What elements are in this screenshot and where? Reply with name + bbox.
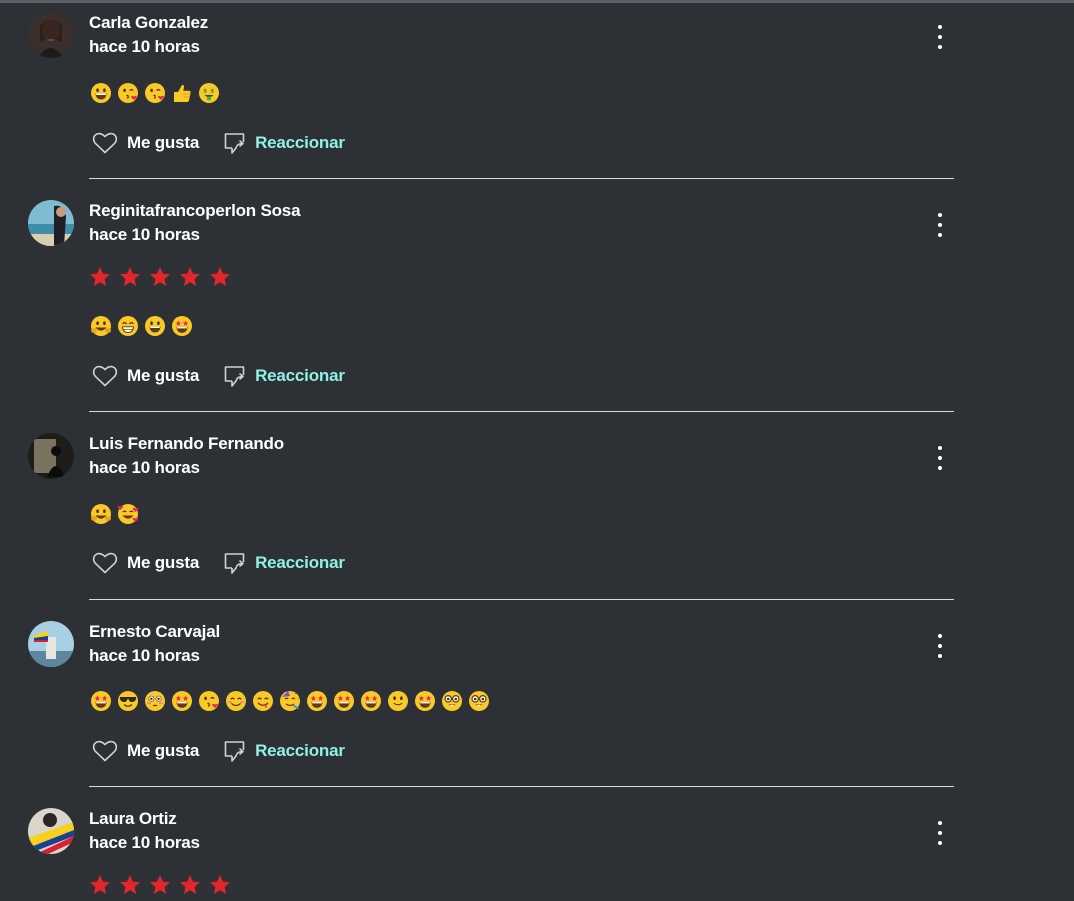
react-label: Reaccionar [255, 133, 345, 152]
emoji-reactions [90, 315, 193, 337]
author-name[interactable]: Laura Ortiz [89, 809, 177, 829]
avatar[interactable] [28, 621, 74, 667]
partying-face-emoji-icon [279, 690, 301, 712]
like-button[interactable]: Me gusta [92, 739, 199, 763]
timestamp: hace 10 horas [89, 646, 200, 665]
star-struck-emoji-icon [171, 690, 193, 712]
grinning-face-emoji-icon [90, 82, 112, 104]
react-reply-icon [224, 553, 245, 574]
react-label: Reaccionar [255, 741, 345, 760]
star-struck-emoji-icon [360, 690, 382, 712]
star-struck-emoji-icon [171, 315, 193, 337]
svg-text:$: $ [203, 88, 207, 94]
star-struck-emoji-icon [90, 690, 112, 712]
smiling-face-with-hearts-emoji-icon [117, 503, 139, 525]
star-icon [149, 266, 171, 288]
timestamp: hace 10 horas [89, 37, 200, 56]
face-savoring-food-emoji-icon [252, 690, 274, 712]
comment-actions: Me gusta Reaccionar [92, 738, 345, 764]
avatar[interactable] [28, 200, 74, 246]
smiling-face-with-sunglasses-emoji-icon [117, 690, 139, 712]
beaming-face-emoji-icon [117, 315, 139, 337]
more-options-icon[interactable] [926, 633, 954, 659]
star-icon [119, 874, 141, 896]
timestamp: hace 10 horas [89, 458, 200, 477]
author-name[interactable]: Carla Gonzalez [89, 13, 208, 33]
star-icon [179, 266, 201, 288]
author-name[interactable]: Reginitafrancoperlon Sosa [89, 201, 301, 221]
svg-text:$: $ [210, 88, 214, 94]
star-struck-emoji-icon [306, 690, 328, 712]
star-icon [119, 266, 141, 288]
face-blowing-kiss-emoji-icon [117, 82, 139, 104]
flushed-face-emoji-icon [144, 690, 166, 712]
avatar[interactable] [28, 12, 74, 58]
nerd-face-emoji-icon [468, 690, 490, 712]
comment-divider [89, 786, 954, 787]
react-button[interactable]: Reaccionar [223, 364, 345, 388]
nerd-face-emoji-icon [441, 690, 463, 712]
heart-icon [92, 740, 118, 762]
star-icon [89, 874, 111, 896]
comment-actions: Me gusta Reaccionar [92, 550, 345, 576]
avatar[interactable] [28, 433, 74, 479]
money-mouth-face-emoji-icon: $ $ [198, 82, 220, 104]
hugging-face-emoji-icon [90, 503, 112, 525]
comment-divider [89, 411, 954, 412]
comment-divider [89, 178, 954, 179]
star-icon [209, 266, 231, 288]
avatar[interactable] [28, 808, 74, 854]
slightly-smiling-face-emoji-icon [387, 690, 409, 712]
star-rating [89, 874, 231, 896]
face-blowing-kiss-emoji-icon [144, 82, 166, 104]
react-reply-icon [224, 133, 245, 154]
star-icon [179, 874, 201, 896]
heart-icon [92, 132, 118, 154]
star-icon [89, 266, 111, 288]
emoji-reactions [90, 690, 490, 712]
react-reply-icon [224, 741, 245, 762]
react-reply-icon [224, 366, 245, 387]
star-struck-emoji-icon [333, 690, 355, 712]
react-button[interactable]: Reaccionar [223, 739, 345, 763]
comment-actions: Me gusta Reaccionar [92, 363, 345, 389]
face-blowing-kiss-emoji-icon [198, 690, 220, 712]
timestamp: hace 10 horas [89, 225, 200, 244]
react-label: Reaccionar [255, 553, 345, 572]
author-name[interactable]: Luis Fernando Fernando [89, 434, 284, 454]
react-label: Reaccionar [255, 366, 345, 385]
star-icon [209, 874, 231, 896]
more-options-icon[interactable] [926, 212, 954, 238]
more-options-icon[interactable] [926, 24, 954, 50]
like-label: Me gusta [127, 366, 200, 385]
react-button[interactable]: Reaccionar [223, 551, 345, 575]
timestamp: hace 10 horas [89, 833, 200, 852]
like-label: Me gusta [127, 553, 200, 572]
comment-divider [89, 599, 954, 600]
react-button[interactable]: Reaccionar [223, 131, 345, 155]
like-button[interactable]: Me gusta [92, 551, 199, 575]
hugging-face-emoji-icon [90, 315, 112, 337]
emoji-reactions [90, 503, 139, 525]
more-options-icon[interactable] [926, 820, 954, 846]
like-label: Me gusta [127, 741, 200, 760]
like-label: Me gusta [127, 133, 200, 152]
author-name[interactable]: Ernesto Carvajal [89, 622, 220, 642]
like-button[interactable]: Me gusta [92, 131, 199, 155]
star-icon [149, 874, 171, 896]
more-options-icon[interactable] [926, 445, 954, 471]
window-top-edge [0, 0, 1074, 3]
heart-icon [92, 365, 118, 387]
star-rating [89, 266, 231, 288]
star-struck-emoji-icon [414, 690, 436, 712]
like-button[interactable]: Me gusta [92, 364, 199, 388]
thumbs-up-emoji-icon [171, 82, 193, 104]
emoji-reactions: $ $ [90, 82, 220, 104]
grinning-face-emoji-icon [144, 315, 166, 337]
comment-actions: Me gusta Reaccionar [92, 130, 345, 156]
heart-icon [92, 552, 118, 574]
smiling-face-emoji-icon [225, 690, 247, 712]
